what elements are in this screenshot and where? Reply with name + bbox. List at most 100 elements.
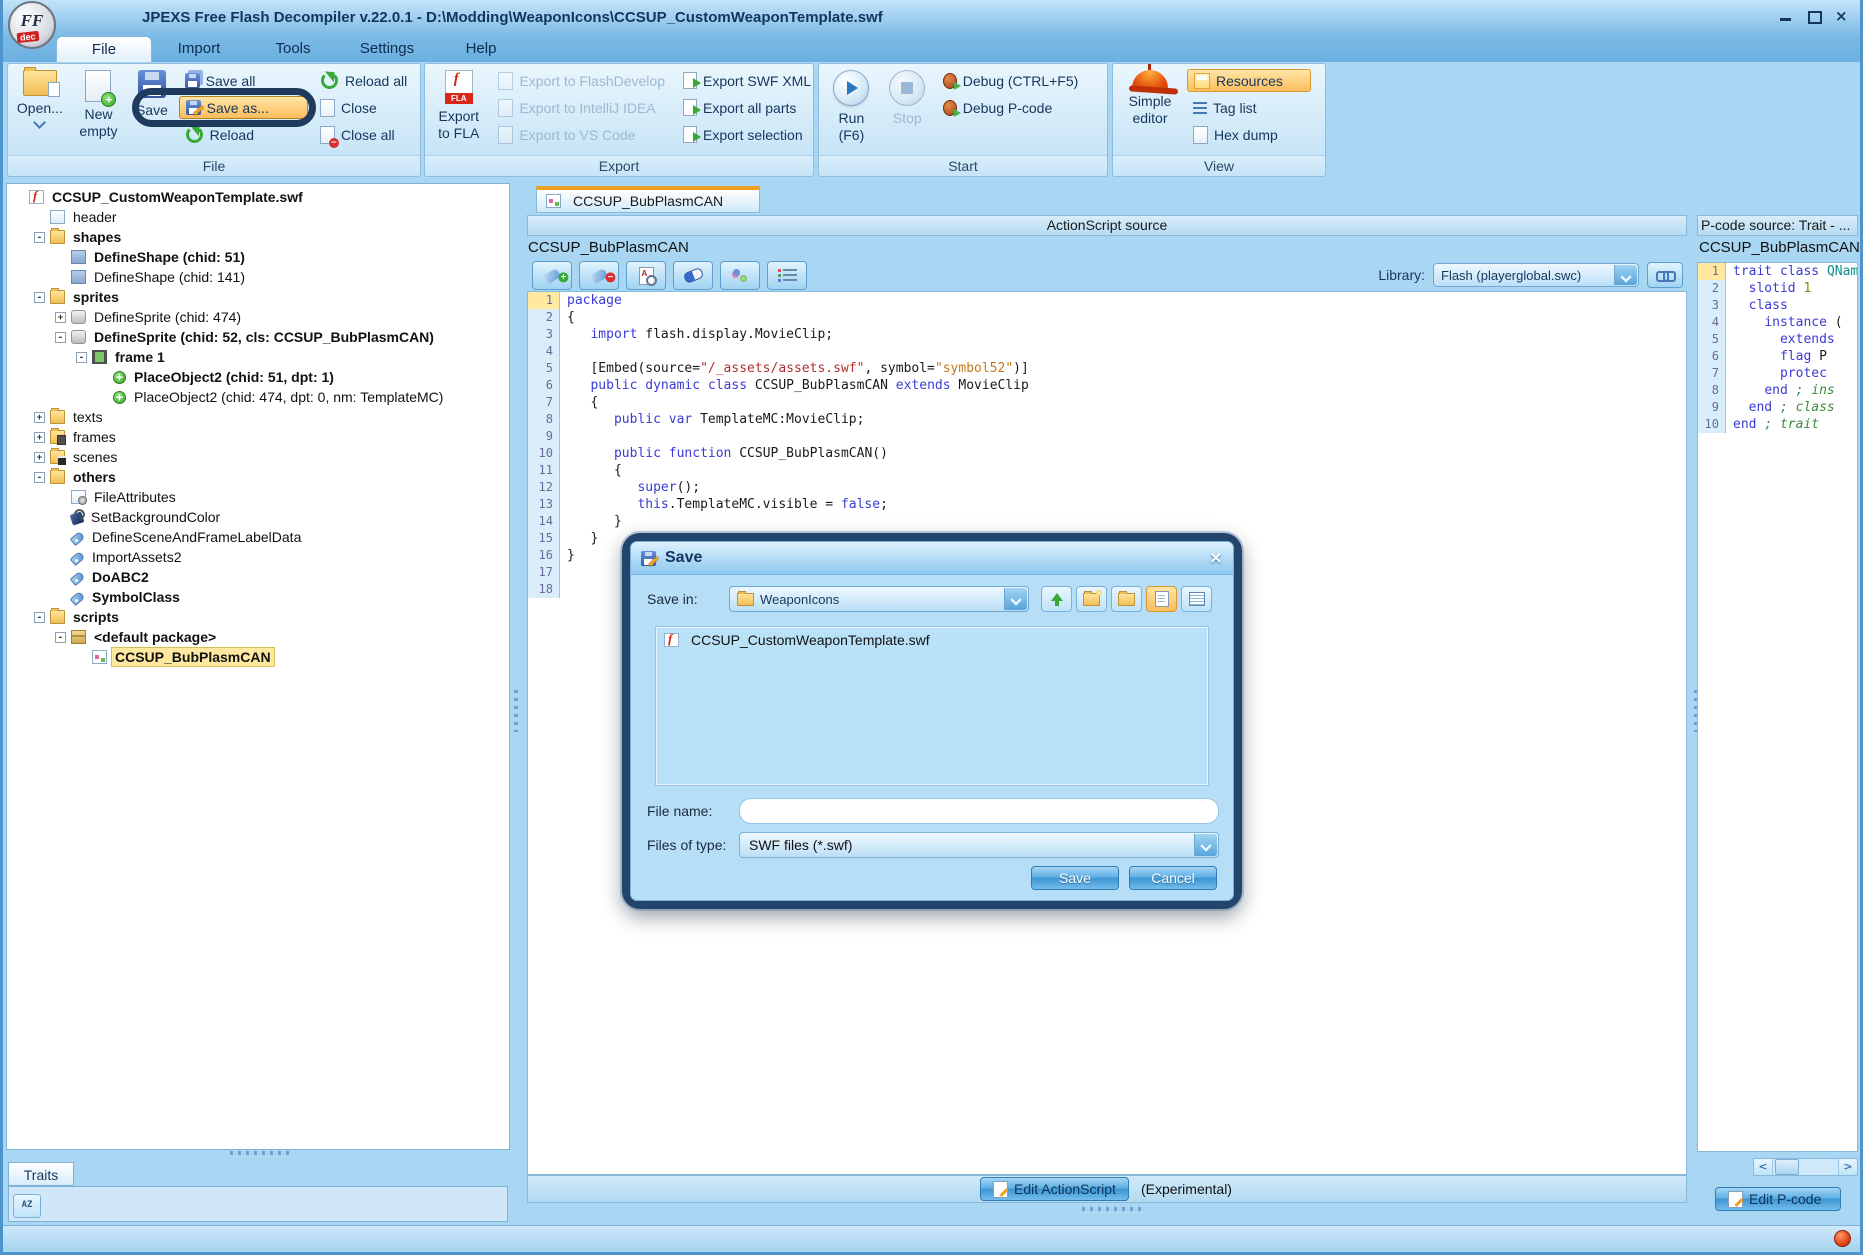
home-folder-button[interactable] <box>1111 586 1142 612</box>
tree-item[interactable]: +SetBackgroundColor <box>7 507 509 527</box>
tree-item[interactable]: +PlaceObject2 (chid: 51, dpt: 1) <box>7 367 509 387</box>
dialog-cancel-button[interactable]: Cancel <box>1129 866 1217 890</box>
deobfuscation-options-button[interactable] <box>720 261 760 290</box>
reload-all-button[interactable]: Reload all <box>314 69 414 92</box>
expand-toggle[interactable]: + <box>34 452 45 463</box>
save-as-button[interactable]: Save as... <box>179 96 308 119</box>
tree-item[interactable]: +texts <box>7 407 509 427</box>
vertical-splitter[interactable] <box>514 690 518 732</box>
tree-item[interactable]: +CCSUP_BubPlasmCAN <box>7 647 509 667</box>
dialog-title-bar[interactable]: Save × <box>631 542 1233 575</box>
list-view-button[interactable] <box>1146 586 1177 612</box>
export-all-parts-button[interactable]: Export all parts <box>677 96 807 119</box>
script-tab[interactable]: CCSUP_BubPlasmCAN <box>536 186 760 213</box>
file-list[interactable]: CCSUP_CustomWeaponTemplate.swf <box>655 626 1209 786</box>
export-swf-xml-button[interactable]: Export SWF XML <box>677 69 807 92</box>
tree-item[interactable]: +PlaceObject2 (chid: 474, dpt: 0, nm: Te… <box>7 387 509 407</box>
collapse-toggle[interactable]: - <box>55 632 66 643</box>
up-one-level-button[interactable] <box>1041 586 1072 612</box>
debug-button[interactable]: Debug (CTRL+F5) <box>937 69 1101 92</box>
tree-item[interactable]: +ImportAssets2 <box>7 547 509 567</box>
tree-item[interactable]: +DoABC2 <box>7 567 509 587</box>
script-list-button[interactable] <box>767 261 807 290</box>
tree-item[interactable]: +FileAttributes <box>7 487 509 507</box>
resources-tree-panel[interactable]: +CCSUP_CustomWeaponTemplate.swf+header-s… <box>6 183 510 1150</box>
library-link-button[interactable] <box>1647 262 1683 288</box>
error-indicator-icon[interactable] <box>1834 1230 1851 1247</box>
save-all-button[interactable]: Save all <box>179 69 308 92</box>
tree-item[interactable]: +scenes <box>7 447 509 467</box>
new-empty-button[interactable]: New empty <box>72 67 125 154</box>
tree-item[interactable]: -scripts <box>7 607 509 627</box>
tag-list-view-button[interactable]: Tag list <box>1187 96 1311 119</box>
menu-tab-file[interactable]: File <box>56 36 152 62</box>
find-in-document-button[interactable] <box>626 261 666 290</box>
dropdown-arrow-icon[interactable] <box>1614 265 1637 285</box>
expand-toggle[interactable]: + <box>34 432 45 443</box>
editor-splitter-handle[interactable] <box>1082 1207 1142 1211</box>
edit-actionscript-button[interactable]: Edit ActionScript <box>980 1177 1129 1201</box>
library-dropdown[interactable]: Flash (playerglobal.swc) <box>1433 263 1639 287</box>
collapse-toggle[interactable]: - <box>34 612 45 623</box>
tree-item[interactable]: +header <box>7 207 509 227</box>
open-button[interactable]: Open... <box>14 67 66 154</box>
dialog-close-icon[interactable]: × <box>1209 550 1223 567</box>
pcode-code-area[interactable]: 1trait class QNam2 slotid 13 class4 inst… <box>1697 262 1858 1152</box>
tree-splitter-handle[interactable] <box>230 1151 290 1155</box>
tree-item[interactable]: +CCSUP_CustomWeaponTemplate.swf <box>7 187 509 207</box>
expand-toggle[interactable]: + <box>55 312 66 323</box>
close-all-button[interactable]: Close all <box>314 123 414 146</box>
tree-item[interactable]: +DefineShape (chid: 51) <box>7 247 509 267</box>
expand-toggle[interactable]: + <box>34 412 45 423</box>
scroll-thumb[interactable] <box>1775 1159 1799 1175</box>
scroll-left-icon[interactable]: < <box>1754 1159 1773 1175</box>
tree-item[interactable]: -frame 1 <box>7 347 509 367</box>
dropdown-arrow-icon[interactable] <box>1004 588 1027 610</box>
traits-tab[interactable]: Traits <box>8 1162 74 1186</box>
tree-item[interactable]: -sprites <box>7 287 509 307</box>
export-to-fla-button[interactable]: Export to FLA <box>431 67 486 154</box>
dropdown-arrow-icon[interactable] <box>1194 834 1217 856</box>
files-of-type-dropdown[interactable]: SWF files (*.swf) <box>739 832 1219 858</box>
file-list-item[interactable]: CCSUP_CustomWeaponTemplate.swf <box>656 627 1208 653</box>
collapse-toggle[interactable]: - <box>76 352 87 363</box>
run-button[interactable]: Run (F6) <box>825 67 878 154</box>
scroll-right-icon[interactable]: > <box>1838 1159 1857 1175</box>
save-in-dropdown[interactable]: WeaponIcons <box>729 586 1029 612</box>
close-button[interactable]: Close <box>314 96 414 119</box>
resources-view-button[interactable]: Resources <box>1187 69 1311 92</box>
dialog-save-button[interactable]: Save <box>1031 866 1119 890</box>
collapse-toggle[interactable]: - <box>55 332 66 343</box>
tree-item[interactable]: -shapes <box>7 227 509 247</box>
export-selection-button[interactable]: Export selection <box>677 123 807 146</box>
save-button[interactable]: Save <box>131 67 172 154</box>
hex-dump-view-button[interactable]: Hex dump <box>1187 123 1311 146</box>
edit-pcode-button[interactable]: Edit P-code <box>1715 1187 1841 1211</box>
maximize-icon[interactable] <box>1807 10 1821 22</box>
file-name-input[interactable] <box>739 798 1219 824</box>
menu-tab-import[interactable]: Import <box>152 36 246 62</box>
collapse-toggle[interactable]: - <box>34 472 45 483</box>
tree-item[interactable]: +DefineShape (chid: 141) <box>7 267 509 287</box>
menu-tab-help[interactable]: Help <box>434 36 528 62</box>
tree-item[interactable]: +DefineSceneAndFrameLabelData <box>7 527 509 547</box>
sort-button[interactable]: AZ <box>13 1194 41 1218</box>
details-view-button[interactable] <box>1181 586 1212 612</box>
reload-button[interactable]: Reload <box>179 123 308 146</box>
pcode-horizontal-scrollbar[interactable]: < > <box>1753 1158 1858 1176</box>
new-folder-button[interactable] <box>1076 586 1107 612</box>
remove-script-button[interactable] <box>579 261 619 290</box>
tree-item[interactable]: -<default package> <box>7 627 509 647</box>
tree-item[interactable]: +SymbolClass <box>7 587 509 607</box>
simple-editor-button[interactable]: Simple editor <box>1119 67 1181 154</box>
collapse-toggle[interactable]: - <box>34 232 45 243</box>
close-icon[interactable]: × <box>1835 10 1849 22</box>
minimize-icon[interactable] <box>1779 10 1793 22</box>
collapse-toggle[interactable]: - <box>34 292 45 303</box>
tree-item[interactable]: +frames <box>7 427 509 447</box>
deobfuscate-button[interactable] <box>673 261 713 290</box>
chevron-down-icon[interactable] <box>34 116 47 129</box>
menu-tab-settings[interactable]: Settings <box>340 36 434 62</box>
tree-item[interactable]: -others <box>7 467 509 487</box>
tree-item[interactable]: +DefineSprite (chid: 474) <box>7 307 509 327</box>
